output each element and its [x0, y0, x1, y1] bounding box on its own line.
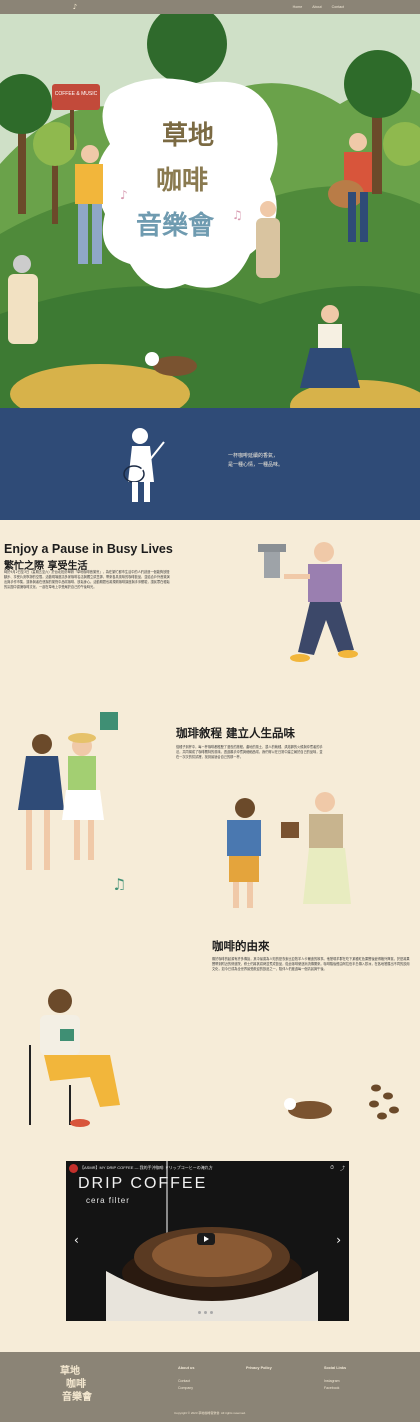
svg-text:咖啡: 咖啡 [66, 1377, 86, 1390]
hero-illustration: COFFEE & MUSIC 草地 咖啡 音樂會 ♪ ♫ [0, 14, 420, 408]
band-quote: 一杯咖啡延續的香氣， 是一種心情，一種品味。 [228, 452, 283, 470]
nav-link-about[interactable]: About [312, 0, 321, 14]
video-tools: ⏱ ⤴ [330, 1165, 345, 1172]
video-overlay-title: DRIP COFFEE [78, 1175, 208, 1192]
quote-band [0, 408, 420, 520]
coffee-cup-icon [281, 822, 299, 838]
origin-title: 咖啡的由來 [212, 939, 270, 953]
nav-link-home[interactable]: Home [293, 0, 303, 14]
sitting-woman-illustration [29, 989, 120, 1127]
video-overlay-subtitle: cera filter [86, 1196, 130, 1205]
music-note-icon: ♪ [120, 188, 128, 202]
footer-link-contact[interactable]: Contact [178, 1378, 194, 1385]
footer-heading-about: About us [178, 1366, 195, 1370]
footer-heading-privacy[interactable]: Privacy Policy [246, 1366, 272, 1370]
svg-text:音樂會: 音樂會 [62, 1390, 93, 1403]
carousel-next-icon[interactable]: › [336, 1233, 341, 1247]
footer-col-about: About us Contact Company [178, 1366, 194, 1392]
moka-pot-icon [264, 550, 280, 578]
top-nav: ♪ Home About Contact [0, 0, 420, 14]
sign-text: COFFEE & MUSIC [55, 91, 98, 97]
footer-logo[interactable]: 草地 咖啡 音樂會 [58, 1360, 108, 1404]
video-player[interactable]: 【ASMR】MY DRIP COFFEE — 我的手沖咖啡 ドリップコーヒーの淹… [66, 1161, 349, 1321]
dancer-illustration [258, 542, 358, 662]
channel-avatar[interactable] [69, 1164, 78, 1173]
friends-illustration: ♫ [18, 712, 126, 890]
craft-title: 珈琲敘程 建立人生品味 [176, 726, 296, 740]
footer-col-privacy: Privacy Policy [246, 1366, 272, 1378]
band-quote-line1: 一杯咖啡延續的香氣， [228, 453, 279, 459]
intro-body: 時於9月2日至3日（星期五至六）於台北松菸舉辦「草地咖啡音樂會」，為在繁忙都市生… [4, 570, 170, 590]
nav-link-contact[interactable]: Contact [332, 0, 344, 14]
hero-title-line2: 咖啡 [156, 166, 208, 196]
play-button[interactable] [197, 1233, 215, 1245]
footer-copyright: Copyright © 2023 草地咖啡音樂會. All rights res… [174, 1411, 246, 1415]
intro-title-en: Enjoy a Pause in Busy Lives [4, 542, 173, 556]
music-note-icon: ♫ [232, 208, 243, 222]
band-quote-line2: 是一種心情，一種品味。 [228, 462, 284, 468]
footer-link-company[interactable]: Company [178, 1385, 194, 1392]
footer-heading-social: Social Links [324, 1366, 347, 1370]
coffee-cup-icon [60, 1029, 74, 1041]
watch-later-icon[interactable]: ⏱ [330, 1165, 334, 1172]
coffee-bean-icon [369, 1084, 399, 1120]
carousel-dot[interactable] [204, 1311, 207, 1314]
svg-text:草地: 草地 [60, 1364, 80, 1377]
carousel-prev-icon[interactable]: ‹ [74, 1233, 79, 1247]
share-icon[interactable]: ⤴ [340, 1165, 345, 1172]
footer: 草地 咖啡 音樂會 About us Contact Company Priva… [0, 1352, 420, 1422]
music-note-icon: ♫ [112, 875, 126, 890]
pour-over-illustration [227, 792, 351, 908]
hero-title-line3: 音樂會 [136, 210, 215, 241]
carousel-dots [198, 1311, 213, 1314]
dog-and-beans-illustration [284, 1084, 399, 1120]
footer-col-social: Social Links Instagram Facebook [324, 1366, 346, 1392]
footer-link-facebook[interactable]: Facebook [324, 1385, 346, 1392]
nav-links: Home About Contact [293, 0, 344, 14]
origin-body: 關於咖啡的起源有許多傳說，其中最廣為人知的是衣索比亞牧羊人卡爾迪的故事。他發現羊… [212, 957, 410, 972]
footer-link-instagram[interactable]: Instagram [324, 1378, 346, 1385]
site-logo[interactable]: ♪ [70, 1, 80, 13]
hero-title-line1: 草地 [162, 121, 214, 151]
craft-body: 從種子到杯中，每一杯咖啡都經歷了漫長的旅程。產地的風土、農人的栽種、烘焙師的火候… [176, 745, 323, 760]
video-title[interactable]: 【ASMR】MY DRIP COFFEE — 我的手沖咖啡 ドリップコーヒーの淹… [80, 1165, 330, 1171]
hero-svg: COFFEE & MUSIC 草地 咖啡 音樂會 ♪ ♫ [0, 14, 420, 408]
carousel-dot[interactable] [198, 1311, 201, 1314]
carousel-dot[interactable] [210, 1311, 213, 1314]
guitar-girl-illustration [123, 428, 165, 502]
